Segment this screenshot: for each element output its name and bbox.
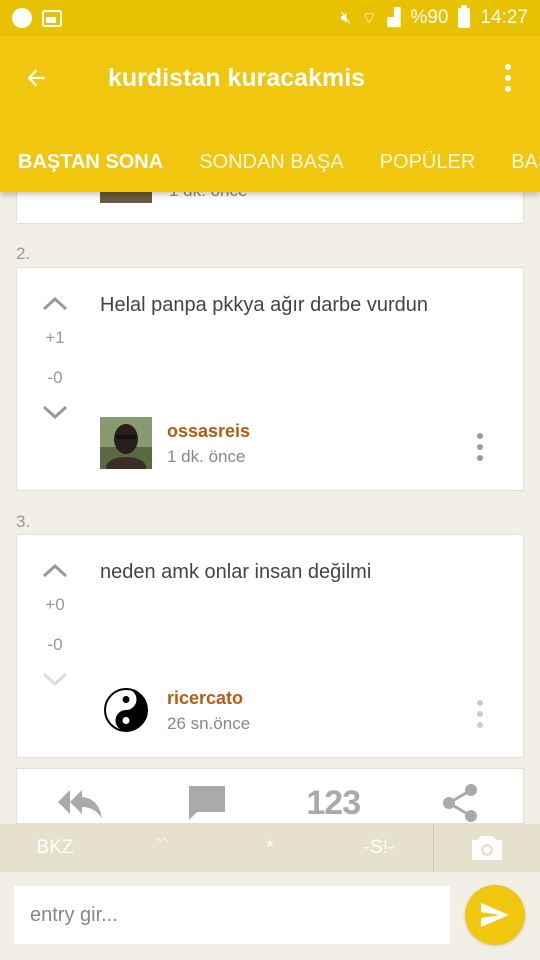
comment-button[interactable] (172, 769, 242, 823)
more-vert-icon (477, 700, 483, 706)
image-notification-icon (42, 9, 62, 27)
overflow-menu-button[interactable] (490, 56, 526, 100)
yin-yang-icon (100, 684, 152, 736)
downvote-button[interactable] (35, 665, 75, 695)
entry-time: 1 dk. önce (167, 447, 246, 466)
topic-title: kurdistan kuracakmis (108, 64, 366, 92)
downvote-button[interactable] (35, 398, 75, 428)
bkz-button[interactable]: BKZ (0, 837, 110, 859)
music-notification-icon (12, 8, 32, 28)
avatar[interactable] (100, 417, 152, 469)
upvote-button[interactable] (35, 288, 75, 318)
more-vert-icon (505, 64, 511, 70)
asterisk-button[interactable]: * (215, 837, 325, 859)
entry-number: 3. (16, 512, 31, 531)
status-bar: 🔇︎ ⌔ ▟ %90 14:27 (0, 0, 540, 36)
chevron-up-icon (42, 563, 68, 578)
reply-all-button[interactable] (45, 769, 115, 823)
mute-icon: 🔇︎ (340, 8, 352, 27)
comment-icon (188, 786, 225, 820)
upvote-count: +0 (45, 595, 65, 614)
entry-time: 26 sn.önce (167, 714, 251, 733)
compose-area (0, 872, 540, 960)
share-button[interactable] (425, 769, 495, 823)
spoiler-button[interactable]: -S!- (325, 837, 433, 859)
send-icon (481, 903, 509, 927)
entry-card: +0 -0 neden amk onlar insan değilmi rice… (16, 534, 524, 758)
send-button[interactable] (465, 885, 525, 945)
app-bar: kurdistan kuracakmis BAŞTAN SONA SONDAN … (0, 36, 540, 192)
vote-panel: +0 -0 (35, 555, 75, 695)
share-icon (442, 784, 477, 822)
entry-menu-button[interactable] (475, 700, 485, 728)
reply-all-icon (58, 790, 103, 818)
upvote-count: +1 (45, 328, 65, 347)
entry-card: +1 -0 Helal panpa pkkya ağır darbe vurdu… (16, 267, 524, 491)
entry-text: neden amk onlar insan değilmi (100, 561, 372, 583)
page-jump-button[interactable]: 123 (298, 769, 368, 823)
tab-populer[interactable]: POPÜLER (362, 151, 494, 174)
format-bar: BKZ `` * -S!- (0, 824, 540, 872)
tab-bas[interactable]: BAŞ (493, 151, 540, 174)
page-number-label: 123 (306, 783, 361, 822)
entry-text: Helal panpa pkkya ağır darbe vurdun (100, 294, 428, 316)
sort-tabs: BAŞTAN SONA SONDAN BAŞA POPÜLER BAŞ (0, 132, 540, 192)
battery-icon (458, 5, 471, 28)
signal-icon: ▟ (387, 8, 401, 27)
chevron-down-icon (42, 405, 68, 420)
tab-sondan-basa[interactable]: SONDAN BAŞA (181, 151, 361, 174)
camera-icon (472, 836, 502, 860)
downvote-count: -0 (47, 368, 63, 387)
vote-panel: +1 -0 (35, 288, 75, 428)
author-link[interactable]: ricercato (167, 688, 243, 709)
entry-action-toolbar: 123 (16, 768, 524, 824)
upvote-button[interactable] (35, 555, 75, 585)
entry-number: 2. (16, 244, 31, 263)
downvote-count: -0 (47, 635, 63, 654)
avatar[interactable] (100, 684, 152, 736)
entry-input[interactable] (14, 886, 450, 944)
backtick-button[interactable]: `` (110, 837, 215, 859)
arrow-back-icon (27, 69, 45, 87)
entry-menu-button[interactable] (475, 433, 485, 461)
author-link[interactable]: ossasreis (167, 421, 250, 442)
chevron-up-icon (42, 296, 68, 311)
tab-bastan-sona[interactable]: BAŞTAN SONA (0, 151, 181, 174)
battery-percent: %90 (410, 7, 449, 28)
camera-button[interactable] (433, 824, 540, 872)
chevron-down-icon (42, 672, 68, 687)
wifi-icon: ⌔ (361, 8, 378, 28)
clock: 14:27 (480, 7, 528, 28)
more-vert-icon (477, 433, 483, 439)
back-button[interactable] (14, 56, 58, 100)
